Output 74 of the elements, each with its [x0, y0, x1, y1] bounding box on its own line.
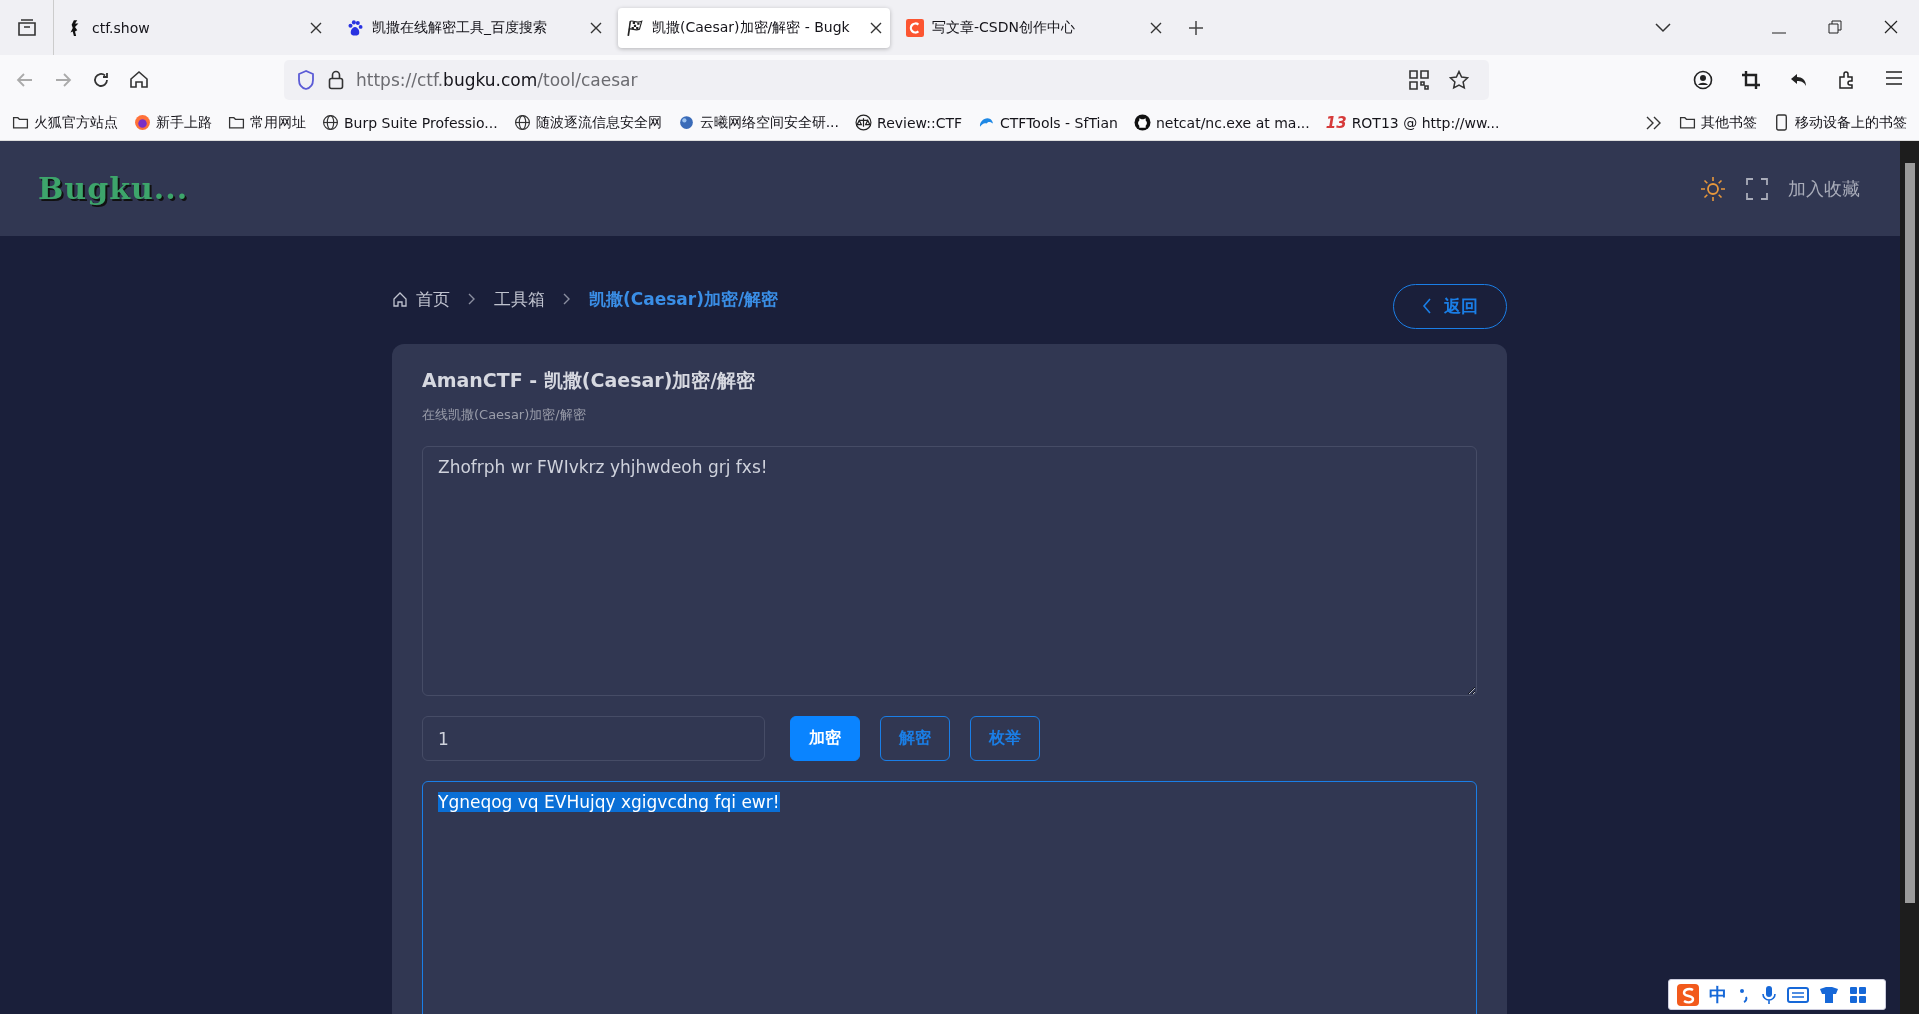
browser-tab[interactable]: 凯撒(Caesar)加密/解密 - Bugk	[618, 7, 890, 48]
double-chevron-icon[interactable]	[1645, 115, 1663, 130]
close-icon[interactable]	[590, 21, 602, 34]
input-mode[interactable]: 中	[1709, 982, 1727, 1007]
bookmark-item[interactable]: 随波逐流信息安全网	[513, 113, 662, 132]
card-subtitle: 在线凯撒(Caesar)加密/解密	[422, 406, 587, 424]
grid-icon[interactable]	[1849, 985, 1867, 1004]
menu-icon[interactable]	[1885, 70, 1903, 86]
flag-icon	[626, 18, 644, 37]
ime-toolbar[interactable]: 中	[1668, 979, 1886, 1010]
url-text: https://ctf.bugku.com/tool/caesar	[356, 70, 638, 90]
sun-icon[interactable]	[1700, 175, 1726, 202]
number-icon: 13	[1325, 113, 1347, 132]
close-icon[interactable]	[1150, 21, 1162, 34]
bookmark-item[interactable]: Burp Suite Professio...	[322, 114, 498, 131]
bookmark-item[interactable]: 13 ROT13 @ http://ww...	[1325, 113, 1500, 132]
globe-icon	[322, 114, 339, 131]
globe-icon	[513, 114, 531, 131]
chevron-right-icon	[563, 293, 571, 305]
breadcrumb-link[interactable]: 首页	[416, 287, 450, 311]
breadcrumb-link[interactable]: 凯撒(Caesar)加密/解密	[589, 287, 779, 311]
s-logo-icon	[1677, 983, 1699, 1006]
scales-icon	[855, 114, 873, 131]
browser-tab[interactable]: 写文章-CSDN创作中心	[898, 7, 1170, 48]
browser-tab[interactable]: ctf.show	[58, 7, 330, 48]
close-icon[interactable]	[870, 21, 882, 34]
shirt-icon[interactable]	[1819, 985, 1839, 1004]
qr-code-icon[interactable]	[1409, 70, 1429, 90]
bookmark-item[interactable]: 移动设备上的书签	[1773, 113, 1907, 132]
paw-icon	[346, 18, 364, 37]
breadcrumb-link[interactable]: 工具箱	[494, 287, 545, 311]
keyboard-icon[interactable]	[1787, 985, 1809, 1004]
scrollbar-thumb[interactable]	[1904, 163, 1915, 903]
folder-icon	[12, 114, 29, 131]
browser-tab[interactable]: 凯撒在线解密工具_百度搜索	[338, 7, 610, 48]
tab-list-icon[interactable]	[16, 18, 37, 37]
card-title: AmanCTF - 凯撒(Caesar)加密/解密	[422, 368, 757, 393]
close-icon[interactable]	[310, 21, 322, 34]
bookmark-item[interactable]: 云曦网络空间安全研...	[677, 113, 840, 132]
bookmark-item[interactable]: Review::CTF	[855, 114, 963, 131]
action-button[interactable]: 加密	[790, 716, 860, 761]
home-icon	[392, 291, 408, 307]
new-tab-icon[interactable]	[1188, 19, 1204, 36]
phone-icon	[1773, 114, 1790, 131]
address-bar[interactable]: https://ctf.bugku.com/tool/caesar	[284, 60, 1489, 100]
bookmark-item[interactable]: 火狐官方站点	[12, 113, 118, 132]
site-logo[interactable]: Bugku...	[38, 171, 189, 206]
microphone-icon[interactable]	[1761, 984, 1777, 1005]
bookmark-item[interactable]: 新手上路	[134, 113, 212, 132]
bookmark-item[interactable]: CTFTools - SfTian	[978, 114, 1118, 131]
bookmark-item[interactable]: 常用网址	[228, 113, 306, 132]
chevron-down-icon[interactable]	[1655, 22, 1671, 33]
fullscreen-icon[interactable]	[1746, 177, 1768, 200]
input-field[interactable]: Zhofrph wr FWIvkrz yhjhwdeoh grj fxs!	[422, 446, 1477, 696]
crop-icon[interactable]	[1741, 70, 1761, 90]
bookmark-item[interactable]: netcat/nc.exe at ma...	[1133, 114, 1310, 131]
cat-silhouette-icon	[1133, 114, 1151, 131]
restore-icon[interactable]	[1828, 20, 1842, 34]
account-icon[interactable]	[1693, 70, 1713, 90]
shield-icon	[296, 69, 316, 91]
output-field[interactable]: Ygneqog vq EVHujqy xgigvcdng fqi ewr!	[422, 781, 1477, 1014]
bookmark-item[interactable]: 其他书签	[1679, 113, 1757, 132]
orb-icon	[677, 114, 695, 131]
chevron-left-icon	[1422, 298, 1432, 314]
favorite-link[interactable]: 加入收藏	[1788, 176, 1860, 201]
fox-globe-icon	[134, 114, 151, 131]
folder-icon	[228, 114, 245, 131]
folder-icon	[1679, 114, 1696, 131]
shift-field[interactable]: 1	[422, 716, 765, 761]
chevron-right-icon	[468, 293, 476, 305]
lock-icon	[328, 70, 344, 90]
star-icon[interactable]	[1449, 70, 1469, 90]
close-icon[interactable]	[1884, 20, 1898, 34]
c-logo-icon	[906, 18, 924, 37]
